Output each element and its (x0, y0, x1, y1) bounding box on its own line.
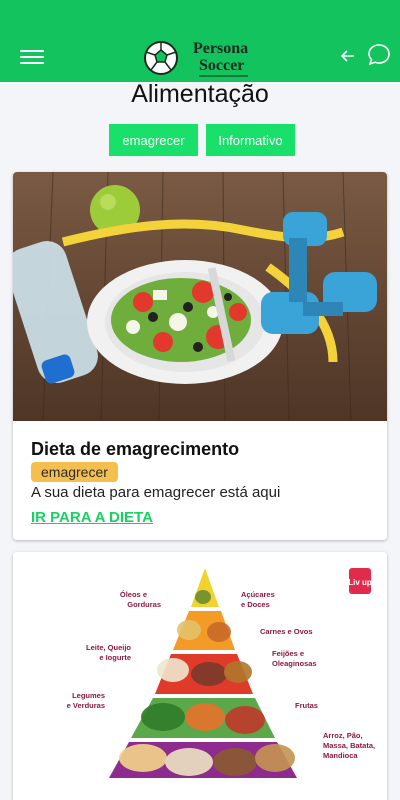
label-legumes-2: e Verduras (67, 701, 105, 710)
label-leite-2: e Iogurte (99, 653, 131, 662)
label-oleos: Óleos e (120, 590, 147, 599)
label-arroz-3: Mandioca (323, 751, 358, 760)
card-tag: emagrecer (31, 462, 118, 482)
label-carnes: Carnes e Ovos (260, 627, 313, 636)
app-bar: Persona Soccer (0, 0, 400, 82)
label-frutas: Frutas (295, 701, 318, 710)
go-to-diet-link[interactable]: IR PARA A DIETA (31, 509, 153, 526)
label-legumes: Legumes (72, 691, 105, 700)
logo-line-1: Persona (193, 39, 249, 57)
logo-line-2: Soccer (199, 57, 249, 77)
menu-icon[interactable] (20, 50, 44, 68)
chat-icon[interactable] (366, 42, 392, 68)
filter-chips: emagrecer Informativo (109, 124, 295, 156)
label-arroz-2: Massa, Batata, (323, 741, 375, 750)
card-title: Dieta de emagrecimento (31, 439, 240, 459)
label-feijoes-2: Oleaginosas (272, 659, 317, 668)
label-oleos-2: Gorduras (127, 600, 161, 609)
label-leite: Leite, Queijo (86, 643, 131, 652)
page-title: Alimentação (131, 80, 269, 108)
label-arroz: Arroz, Pão, (323, 731, 363, 740)
filter-chip-emagrecer[interactable]: emagrecer (109, 124, 198, 156)
label-feijoes: Feijões e (272, 649, 304, 658)
food-pyramid-image: Liv up Óleos e Gorduras Açúcares e Doces… (13, 552, 387, 800)
diet-card[interactable]: Dieta de emagrecimento emagrecer A sua d… (13, 172, 387, 540)
app-logo: Persona Soccer (143, 38, 249, 78)
label-acucares: Açúcares (241, 590, 275, 599)
livup-logo: Liv up (348, 568, 372, 594)
soccer-ball-icon (144, 41, 178, 75)
diet-card-image (13, 172, 387, 421)
card-description: A sua dieta para emagrecer está aqui (31, 484, 281, 501)
filter-chip-informativo[interactable]: Informativo (206, 124, 295, 156)
label-acucares-2: e Doces (241, 600, 270, 609)
back-arrow-icon[interactable] (338, 46, 358, 66)
brand-text: Liv up (348, 578, 372, 587)
status-bar-area (0, 0, 400, 34)
food-pyramid-card[interactable]: Liv up Óleos e Gorduras Açúcares e Doces… (13, 552, 387, 800)
